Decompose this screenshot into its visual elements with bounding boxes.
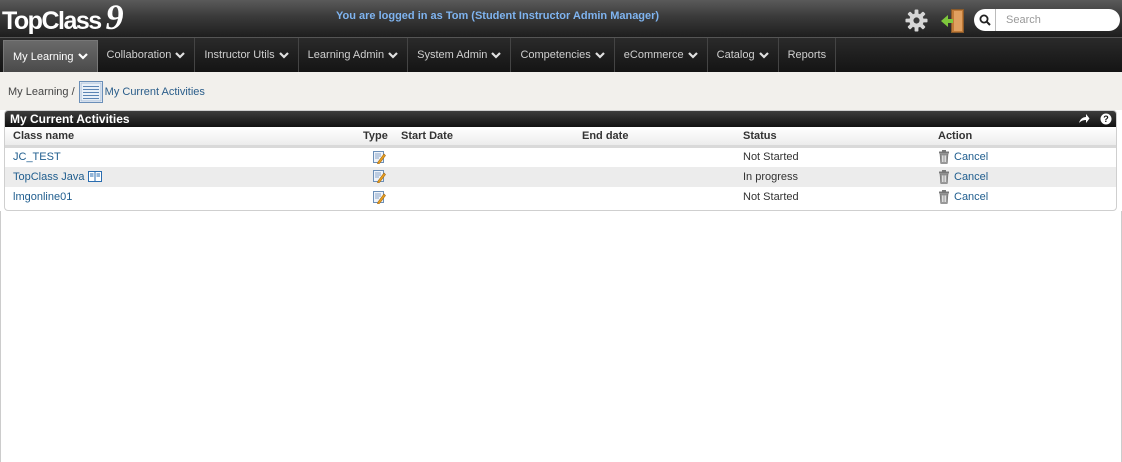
class-name-cell: TopClass Java xyxy=(5,166,359,187)
panel-header: My Current Activities ? xyxy=(5,111,1116,127)
search-icon[interactable] xyxy=(974,9,996,31)
end-date-cell xyxy=(582,146,743,167)
top-header: TopClass 9 You are logged in as Tom (Stu… xyxy=(0,0,1122,37)
type-cell xyxy=(359,187,401,208)
table-row: TopClass Java In progress Cancel xyxy=(5,166,1116,187)
nav-item-label: Instructor Utils xyxy=(204,49,275,61)
current-activities-panel: My Current Activities ? Class name Type … xyxy=(4,110,1117,211)
edit-pencil-icon xyxy=(373,150,386,164)
nav-item-system-admin[interactable]: System Admin xyxy=(408,38,512,72)
class-name-link[interactable]: JC_TEST xyxy=(13,151,61,163)
nav-item-my-learning[interactable]: My Learning xyxy=(3,40,98,72)
breadcrumb: My Learning / My Current Activities xyxy=(8,81,205,103)
cancel-link[interactable]: Cancel xyxy=(954,151,988,163)
nav-item-learning-admin[interactable]: Learning Admin xyxy=(299,38,409,72)
search-box xyxy=(974,9,1120,31)
nav-item-label: System Admin xyxy=(417,49,488,61)
activity-list-icon xyxy=(78,81,103,103)
help-icon[interactable]: ? xyxy=(1100,113,1112,125)
start-date-cell xyxy=(401,166,582,187)
nav-item-label: Collaboration xyxy=(106,49,172,61)
nav-item-label: eCommerce xyxy=(623,49,684,61)
chevron-down-icon xyxy=(278,51,289,59)
status-cell: In progress xyxy=(743,166,938,187)
chevron-down-icon xyxy=(758,51,769,59)
start-date-cell xyxy=(401,187,582,208)
search-input[interactable] xyxy=(1006,14,1116,26)
column-header-status[interactable]: Status xyxy=(743,127,938,148)
nav-item-catalog[interactable]: Catalog xyxy=(708,38,779,72)
nav-item-label: Learning Admin xyxy=(307,49,385,61)
cancel-link[interactable]: Cancel xyxy=(954,191,988,203)
logo-text: TopClass xyxy=(2,7,102,35)
chevron-down-icon xyxy=(687,51,698,59)
column-header-action: Action xyxy=(938,127,1116,148)
chevron-down-icon xyxy=(77,53,88,60)
action-cell: Cancel xyxy=(938,146,1116,167)
column-header-class-name[interactable]: Class name xyxy=(5,127,359,148)
end-date-cell xyxy=(582,187,743,208)
book-icon[interactable] xyxy=(87,171,102,183)
nav-item-ecommerce[interactable]: eCommerce xyxy=(615,38,708,72)
main-nav: My Learning Collaboration Instructor Utils… xyxy=(0,37,1122,72)
start-date-cell xyxy=(401,146,582,167)
breadcrumb-parent[interactable]: My Learning / xyxy=(8,86,75,98)
end-date-cell xyxy=(582,166,743,187)
activities-table: Class name Type Start Date End date Stat… xyxy=(5,127,1116,208)
class-name-cell: JC_TEST xyxy=(5,146,359,167)
trash-icon[interactable] xyxy=(938,169,950,184)
action-cell: Cancel xyxy=(938,187,1116,208)
type-cell xyxy=(359,166,401,187)
nav-item-competencies[interactable]: Competencies xyxy=(511,38,615,72)
chevron-down-icon xyxy=(491,51,502,59)
chevron-down-icon xyxy=(175,51,186,59)
class-name-link[interactable]: lmgonline01 xyxy=(13,191,72,203)
edit-pencil-icon xyxy=(373,190,386,204)
svg-text:?: ? xyxy=(1103,114,1109,124)
nav-item-label: My Learning xyxy=(13,50,74,63)
trash-icon[interactable] xyxy=(938,190,950,205)
login-status-message: You are logged in as Tom (Student Instru… xyxy=(336,10,660,22)
nav-item-label: Reports xyxy=(787,49,827,61)
share-arrow-icon[interactable] xyxy=(1078,113,1090,125)
topclass-logo[interactable]: TopClass 9 xyxy=(2,0,124,37)
table-row: lmgonline01 Not Started Cancel xyxy=(5,187,1116,208)
status-cell: Not Started xyxy=(743,151,799,163)
column-header-end-date[interactable]: End date xyxy=(582,127,743,148)
nav-item-instructor-utils[interactable]: Instructor Utils xyxy=(195,38,299,72)
status-cell: Not Started xyxy=(743,191,799,204)
panel-title: My Current Activities xyxy=(10,112,130,126)
table-header-row: Class name Type Start Date End date Stat… xyxy=(5,127,1116,148)
breadcrumb-current[interactable]: My Current Activities xyxy=(105,86,205,98)
table-row: JC_TEST Not Started Cancel xyxy=(5,146,1116,167)
column-header-type[interactable]: Type xyxy=(359,127,401,148)
edit-pencil-icon xyxy=(373,170,386,184)
breadcrumb-area: My Learning / My Current Activities xyxy=(0,72,1122,110)
class-name-link[interactable]: TopClass Java xyxy=(13,171,85,183)
column-header-start-date[interactable]: Start Date xyxy=(401,127,582,148)
action-cell: Cancel xyxy=(938,166,1116,187)
trash-icon[interactable] xyxy=(938,150,950,164)
class-name-cell: lmgonline01 xyxy=(5,187,359,208)
nav-item-reports[interactable]: Reports xyxy=(779,38,837,72)
logo-version: 9 xyxy=(105,0,124,37)
chevron-down-icon xyxy=(594,51,605,59)
page-content-area xyxy=(0,211,1122,462)
chevron-down-icon xyxy=(388,51,398,59)
cancel-link[interactable]: Cancel xyxy=(954,171,988,183)
type-cell xyxy=(359,146,401,167)
nav-item-label: Competencies xyxy=(520,49,591,61)
nav-item-collaboration[interactable]: Collaboration xyxy=(98,38,196,72)
exit-door-icon[interactable] xyxy=(940,8,965,34)
nav-item-label: Catalog xyxy=(716,49,755,61)
gear-icon[interactable] xyxy=(905,9,928,32)
